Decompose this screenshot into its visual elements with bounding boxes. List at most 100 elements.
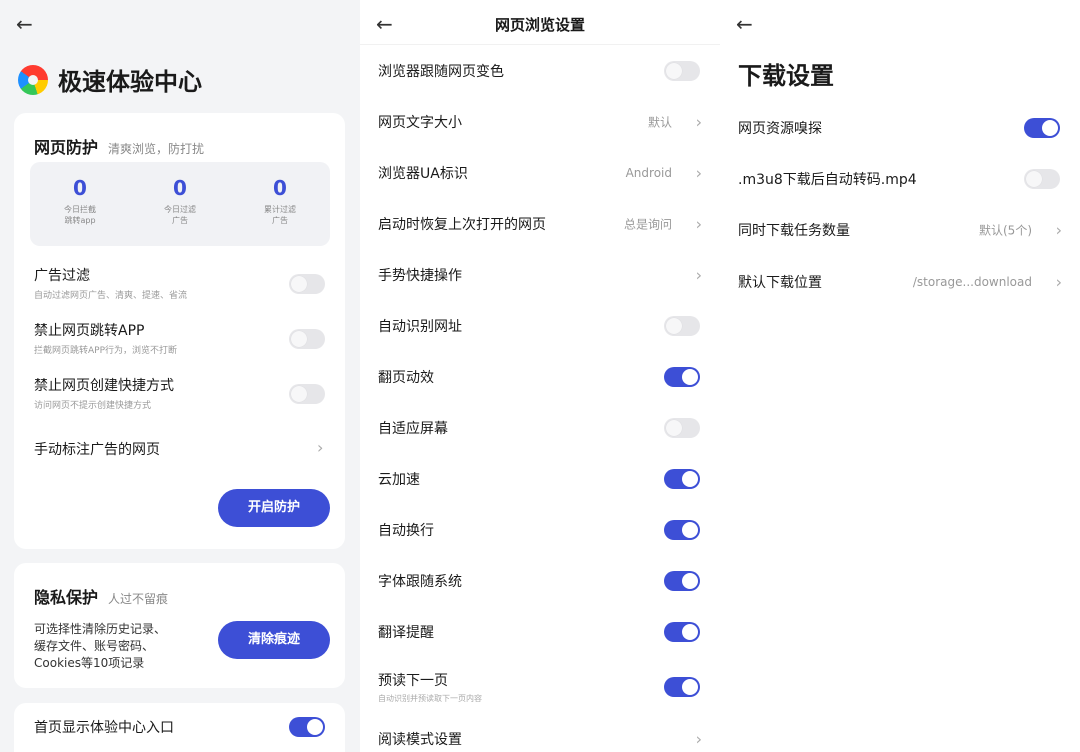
row-label: 自适应屏幕 xyxy=(378,421,448,437)
chevron-right-icon: › xyxy=(695,112,702,132)
page-title: 极速体验中心 xyxy=(58,68,202,96)
row-label: 网页文字大小 xyxy=(378,115,462,131)
auto-wrap-toggle[interactable] xyxy=(664,520,700,540)
cloud-acceleration-toggle[interactable] xyxy=(664,469,700,489)
row-translate-reminder[interactable]: 翻译提醒 xyxy=(360,607,720,657)
row-label: 同时下载任务数量 xyxy=(738,223,850,239)
home-entry-label: 首页显示体验中心入口 xyxy=(34,720,174,736)
row-adaptive-screen[interactable]: 自适应屏幕 xyxy=(360,403,720,453)
stat-filtered-total: 0 累计过滤 广告 xyxy=(230,162,330,246)
experience-center-panel: ← 极速体验中心 网页防护 清爽浏览，防打扰 0 今日拦截 跳转app 0 今日… xyxy=(0,0,360,752)
chevron-right-icon: › xyxy=(695,265,702,285)
option-title: 广告过滤 xyxy=(34,268,90,284)
row-resource-sniffing[interactable]: 网页资源嗅探 xyxy=(720,103,1080,153)
row-label: 预读下一页 自动识别并预读取下一页内容 xyxy=(378,670,482,704)
page-title: 网页浏览设置 xyxy=(494,16,585,34)
row-label: 启动时恢复上次打开的网页 xyxy=(378,217,546,233)
privacy-heading: 隐私保护 xyxy=(34,588,99,607)
row-auto-detect-url[interactable]: 自动识别网址 xyxy=(360,301,720,351)
stat-value: 0 xyxy=(173,176,187,200)
resource-sniffing-toggle[interactable] xyxy=(1024,118,1060,138)
option-ad-filter[interactable]: 广告过滤 自动过滤网页广告、清爽、提速、省流 xyxy=(34,265,326,301)
stat-blocked-jumps: 0 今日拦截 跳转app xyxy=(30,162,130,246)
row-label: 翻页动效 xyxy=(378,370,434,386)
m3u8-transcode-toggle[interactable] xyxy=(1024,169,1060,189)
row-value: Android xyxy=(625,166,672,180)
row-label: 浏览器UA标识 xyxy=(378,166,468,182)
translate-reminder-toggle[interactable] xyxy=(664,622,700,642)
ad-filter-toggle[interactable] xyxy=(289,274,325,294)
option-title: 禁止网页创建快捷方式 xyxy=(34,378,174,394)
option-desc: 拦截网页跳转APP行为，浏览不打断 xyxy=(34,346,178,356)
chevron-right-icon: › xyxy=(695,163,702,183)
manual-mark-label: 手动标注广告的网页 xyxy=(34,442,160,458)
protection-heading: 网页防护 xyxy=(34,138,99,157)
download-settings-panel: ← 下载设置 网页资源嗅探 .m3u8下载后自动转码.mp4 同时下载任务数量 … xyxy=(720,0,1080,752)
row-label: 自动识别网址 xyxy=(378,319,462,335)
enable-protection-button[interactable]: 开启防护 xyxy=(218,489,330,527)
row-page-flip-animation[interactable]: 翻页动效 xyxy=(360,352,720,402)
row-label: 阅读模式设置 xyxy=(378,732,462,748)
row-label: 翻译提醒 xyxy=(378,625,434,641)
option-title: 禁止网页跳转APP xyxy=(34,323,145,339)
row-ua-identifier[interactable]: 浏览器UA标识 Android › xyxy=(360,148,720,198)
row-label: 默认下载位置 xyxy=(738,275,822,291)
row-value: /storage...download xyxy=(912,275,1032,289)
page-flip-animation-toggle[interactable] xyxy=(664,367,700,387)
row-label: .m3u8下载后自动转码.mp4 xyxy=(738,172,917,188)
row-text-size[interactable]: 网页文字大小 默认 › xyxy=(360,97,720,147)
manual-mark-ads-item[interactable]: 手动标注广告的网页 xyxy=(34,439,326,459)
protection-subtitle: 清爽浏览，防打扰 xyxy=(108,142,205,156)
row-value: 默认(5个) xyxy=(979,223,1032,238)
privacy-header: 隐私保护 人过不留痕 xyxy=(34,584,168,608)
home-entry-item[interactable]: 首页显示体验中心入口 xyxy=(34,717,326,737)
stat-label: 累计过滤 广告 xyxy=(264,205,296,225)
home-entry-toggle[interactable] xyxy=(289,717,325,737)
stat-value: 0 xyxy=(273,176,287,200)
adaptive-screen-toggle[interactable] xyxy=(664,418,700,438)
row-label-text: 预读下一页 xyxy=(378,673,448,689)
row-reader-mode-settings[interactable]: 阅读模式设置 › xyxy=(360,714,720,752)
row-label: 手势快捷操作 xyxy=(378,268,462,284)
row-concurrent-downloads[interactable]: 同时下载任务数量 默认(5个) › xyxy=(720,205,1080,255)
row-gesture-shortcuts[interactable]: 手势快捷操作 › xyxy=(360,250,720,300)
row-follow-page-color[interactable]: 浏览器跟随网页变色 xyxy=(360,46,720,96)
row-sublabel: 自动识别并预读取下一页内容 xyxy=(378,694,482,703)
privacy-protection-card: 隐私保护 人过不留痕 可选择性清除历史记录、 缓存文件、账号密码、 Cookie… xyxy=(14,563,345,688)
row-font-follow-system[interactable]: 字体跟随系统 xyxy=(360,556,720,606)
row-value: 总是询问 xyxy=(623,217,672,232)
option-desc: 自动过滤网页广告、清爽、提速、省流 xyxy=(34,291,188,301)
auto-detect-url-toggle[interactable] xyxy=(664,316,700,336)
stat-label: 今日拦截 跳转app xyxy=(64,205,96,225)
font-follow-system-toggle[interactable] xyxy=(664,571,700,591)
screen: ← 极速体验中心 网页防护 清爽浏览，防打扰 0 今日拦截 跳转app 0 今日… xyxy=(0,0,1080,752)
option-desc: 访问网页不提示创建快捷方式 xyxy=(34,401,152,411)
stat-label: 今日过滤 广告 xyxy=(164,205,196,225)
chevron-right-icon: › xyxy=(695,729,702,749)
row-cloud-acceleration[interactable]: 云加速 xyxy=(360,454,720,504)
back-arrow-icon[interactable]: ← xyxy=(16,10,44,38)
preload-next-page-toggle[interactable] xyxy=(664,677,700,697)
app-logo-icon xyxy=(18,64,48,95)
row-label: 云加速 xyxy=(378,472,420,488)
stat-value: 0 xyxy=(73,176,87,200)
row-label: 字体跟随系统 xyxy=(378,574,462,590)
back-arrow-icon[interactable]: ← xyxy=(736,10,764,38)
row-default-download-location[interactable]: 默认下载位置 /storage...download › xyxy=(720,257,1080,307)
clear-traces-button[interactable]: 清除痕迹 xyxy=(218,621,330,659)
follow-page-color-toggle[interactable] xyxy=(664,61,700,81)
row-m3u8-transcode[interactable]: .m3u8下载后自动转码.mp4 xyxy=(720,154,1080,204)
block-app-jump-toggle[interactable] xyxy=(289,329,325,349)
home-entry-card: 首页显示体验中心入口 xyxy=(14,703,345,752)
row-value: 默认 xyxy=(647,115,672,130)
chevron-right-icon: › xyxy=(1055,220,1062,240)
row-label: 网页资源嗅探 xyxy=(738,121,822,137)
row-preload-next-page[interactable]: 预读下一页 自动识别并预读取下一页内容 xyxy=(360,660,720,714)
block-shortcut-toggle[interactable] xyxy=(289,384,325,404)
row-auto-wrap[interactable]: 自动换行 xyxy=(360,505,720,555)
protection-header: 网页防护 清爽浏览，防打扰 xyxy=(34,134,204,158)
option-block-app-jump[interactable]: 禁止网页跳转APP 拦截网页跳转APP行为，浏览不打断 xyxy=(34,320,326,356)
protection-stats: 0 今日拦截 跳转app 0 今日过滤 广告 0 累计过滤 广告 xyxy=(30,162,330,246)
option-block-shortcut[interactable]: 禁止网页创建快捷方式 访问网页不提示创建快捷方式 xyxy=(34,375,326,411)
row-restore-pages[interactable]: 启动时恢复上次打开的网页 总是询问 › xyxy=(360,199,720,249)
